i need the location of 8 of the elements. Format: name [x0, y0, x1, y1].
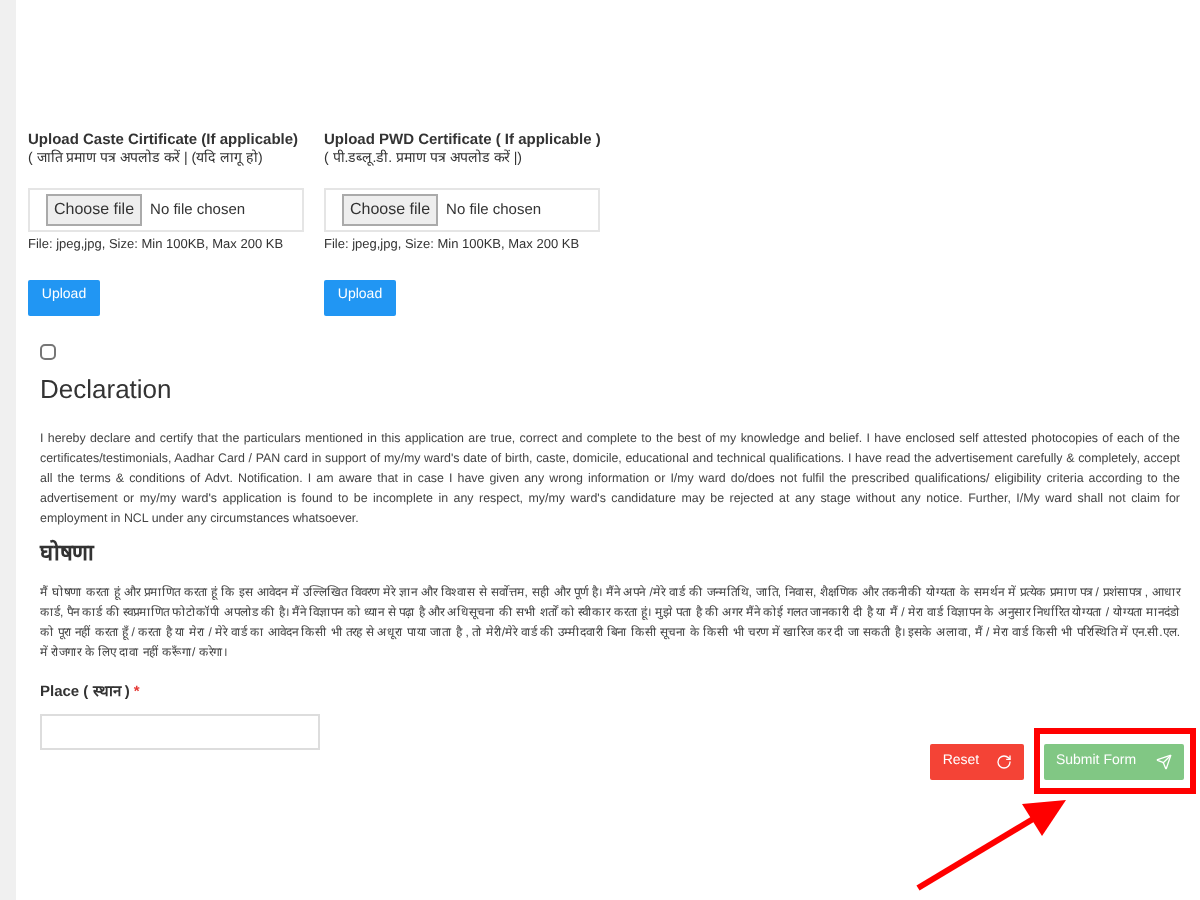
hindi-heading: घोषणा	[40, 538, 97, 570]
place-input[interactable]	[40, 713, 320, 750]
choose-file-button[interactable]: Choose file	[46, 193, 143, 226]
declaration-heading: Declaration	[40, 371, 174, 407]
send-icon	[1156, 754, 1173, 770]
refresh-icon	[995, 754, 1012, 770]
declaration-checkbox[interactable]	[40, 343, 56, 359]
choose-file-button[interactable]: Choose file	[342, 193, 439, 226]
